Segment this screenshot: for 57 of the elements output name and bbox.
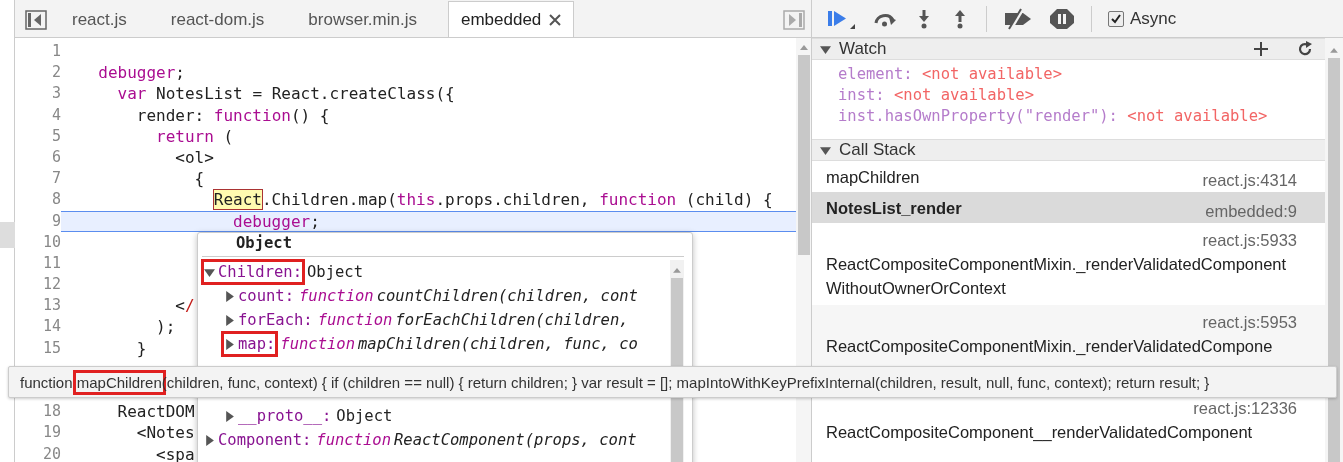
popover-title: Object [202,233,684,257]
property-value: countChildren(children, cont [376,287,638,305]
code-line: render: function() { [135,104,330,126]
section-title: Call Stack [839,140,917,160]
code-line: React.Children.map(this.props.children, function (child) { [212,189,773,211]
frame-location: react.js:5953 [1202,312,1297,333]
function-keyword: function [317,311,393,329]
code-line: <ol> [174,146,214,169]
line-number: 12 [41,274,61,296]
line-number: 6 [50,146,61,168]
code-line: } [135,337,147,359]
code-line: return ( [155,125,234,147]
frame-location: react.js:5933 [1202,230,1297,251]
function-keyword: function [280,335,355,353]
line-number: 8 [50,189,61,211]
frame-name: ReactCompositeComponent__renderValidatedComponent [826,422,1254,444]
line-number: 15 [41,337,61,359]
line-number: 11 [41,252,61,274]
line-number: 4 [50,104,61,126]
line-number: 1 [50,41,61,62]
frame-name: mapChildren [826,166,920,188]
function-keyword: function [299,287,374,305]
watch-expression: element: <not available> [838,64,1063,85]
property-value: Object [336,407,393,425]
section-title: Watch [839,39,888,59]
watch-expression: inst.hasOwnProperty("render"): <not available> [838,106,1269,127]
line-number: 3 [50,83,61,105]
watch-expression: inst: <not available> [838,85,1035,106]
line-number: 2 [50,62,61,84]
code-line: <Notes [135,422,195,444]
line-number: 20 [41,443,61,462]
code-line: </ [174,295,195,317]
code-line: ReactDOM [116,401,195,423]
code-line: debugger; [97,62,185,84]
property-value: Object [307,263,363,281]
line-number: 9 [50,210,61,232]
code-line: var NotesList = React.createClass({ [116,83,455,105]
property-value: forEachChildren(children, [395,311,629,329]
line-number: 5 [50,125,61,147]
frame-location: embedded:9 [1205,201,1297,222]
line-number: 18 [41,401,61,423]
code-line: <spa [155,443,195,462]
line-number: 19 [41,422,61,444]
code-line: { [193,168,205,190]
frame-name: NotesList_render [826,197,962,219]
property-value: ReactComponent(props, cont [394,431,637,449]
line-number: 14 [41,316,61,338]
code-line: ); [155,316,176,338]
frame-name: ReactCompositeComponentMixin._renderValidatedComponentWithoutOwnerOrContext [826,254,1288,299]
frame-location: react.js:12336 [1193,398,1297,419]
frame-name: ReactCompositeComponentMixin._renderValidatedCompone [826,336,1274,357]
line-number: 10 [41,231,61,253]
line-number: 13 [41,295,61,317]
property-value: mapChildren(children, func, co [358,335,638,353]
line-number: 7 [50,168,61,190]
frame-location: react.js:4314 [1202,170,1297,191]
function-keyword: function [316,431,391,449]
